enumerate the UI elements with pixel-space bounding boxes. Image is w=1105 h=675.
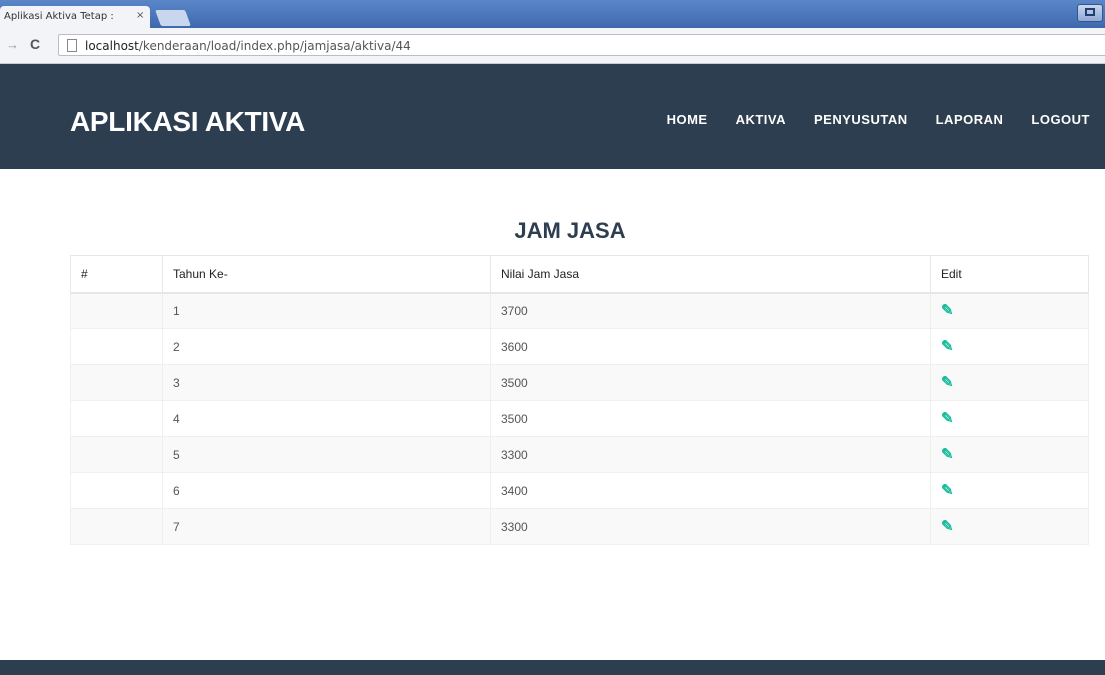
row-number bbox=[70, 328, 163, 365]
restore-window-button[interactable] bbox=[1077, 4, 1103, 22]
address-bar[interactable]: localhost/kenderaan/load/index.php/jamja… bbox=[58, 34, 1105, 56]
row-number bbox=[70, 364, 163, 401]
row-number bbox=[70, 400, 163, 437]
row-year: 1 bbox=[162, 292, 491, 329]
close-icon[interactable]: × bbox=[136, 10, 144, 21]
nav-home[interactable]: HOME bbox=[667, 112, 708, 127]
page-icon bbox=[67, 39, 77, 52]
jam-jasa-table: # Tahun Ke- Nilai Jam Jasa Edit 1 3700 ✎… bbox=[70, 255, 1089, 545]
row-value: 3500 bbox=[490, 400, 931, 437]
edit-icon[interactable]: ✎ bbox=[941, 411, 954, 426]
app-footer bbox=[0, 660, 1105, 675]
app-header: APLIKASI AKTIVA HOME AKTIVA PENYUSUTAN L… bbox=[0, 64, 1105, 169]
edit-icon[interactable]: ✎ bbox=[941, 303, 954, 318]
table-row: 4 3500 ✎ bbox=[70, 400, 1089, 437]
edit-icon[interactable]: ✎ bbox=[941, 339, 954, 354]
row-year: 4 bbox=[162, 400, 491, 437]
table-row: 7 3300 ✎ bbox=[70, 508, 1089, 545]
row-year: 5 bbox=[162, 436, 491, 473]
nav-aktiva[interactable]: AKTIVA bbox=[736, 112, 786, 127]
row-year: 3 bbox=[162, 364, 491, 401]
browser-tabbar: Aplikasi Aktiva Tetap : × bbox=[0, 0, 1105, 28]
table-row: 1 3700 ✎ bbox=[70, 292, 1089, 329]
row-year: 2 bbox=[162, 328, 491, 365]
row-number bbox=[70, 436, 163, 473]
table-row: 5 3300 ✎ bbox=[70, 436, 1089, 473]
browser-toolbar: → C localhost/kenderaan/load/index.php/j… bbox=[0, 28, 1105, 64]
table-row: 3 3500 ✎ bbox=[70, 364, 1089, 401]
row-value: 3500 bbox=[490, 364, 931, 401]
row-value: 3300 bbox=[490, 508, 931, 545]
column-header-value: Nilai Jam Jasa bbox=[490, 255, 931, 294]
table-row: 2 3600 ✎ bbox=[70, 328, 1089, 365]
brand-logo[interactable]: APLIKASI AKTIVA bbox=[70, 106, 305, 138]
page-title: JAM JASA bbox=[514, 218, 626, 243]
row-year: 6 bbox=[162, 472, 491, 509]
row-year: 7 bbox=[162, 508, 491, 545]
new-tab-button[interactable] bbox=[155, 10, 191, 26]
main-nav: HOME AKTIVA PENYUSUTAN LAPORAN LOGOUT bbox=[639, 112, 1090, 127]
edit-icon[interactable]: ✎ bbox=[941, 375, 954, 390]
edit-icon[interactable]: ✎ bbox=[941, 447, 954, 462]
row-number bbox=[70, 472, 163, 509]
reload-icon[interactable]: C bbox=[30, 36, 40, 52]
browser-tab[interactable]: Aplikasi Aktiva Tetap : × bbox=[0, 6, 150, 28]
row-number bbox=[70, 292, 163, 329]
row-value: 3600 bbox=[490, 328, 931, 365]
url-text: localhost/kenderaan/load/index.php/jamja… bbox=[85, 39, 411, 53]
nav-laporan[interactable]: LAPORAN bbox=[936, 112, 1004, 127]
edit-icon[interactable]: ✎ bbox=[941, 483, 954, 498]
column-header-number: # bbox=[70, 255, 163, 294]
row-number bbox=[70, 508, 163, 545]
row-value: 3400 bbox=[490, 472, 931, 509]
nav-logout[interactable]: LOGOUT bbox=[1031, 112, 1090, 127]
forward-arrow-icon[interactable]: → bbox=[6, 37, 19, 52]
browser-tab-title: Aplikasi Aktiva Tetap : bbox=[4, 11, 114, 22]
column-header-year: Tahun Ke- bbox=[162, 255, 491, 294]
column-header-edit: Edit bbox=[930, 255, 1089, 294]
table-header-row: # Tahun Ke- Nilai Jam Jasa Edit bbox=[70, 255, 1089, 294]
row-value: 3300 bbox=[490, 436, 931, 473]
edit-icon[interactable]: ✎ bbox=[941, 519, 954, 534]
row-value: 3700 bbox=[490, 292, 931, 329]
table-row: 6 3400 ✎ bbox=[70, 472, 1089, 509]
nav-penyusutan[interactable]: PENYUSUTAN bbox=[814, 112, 908, 127]
